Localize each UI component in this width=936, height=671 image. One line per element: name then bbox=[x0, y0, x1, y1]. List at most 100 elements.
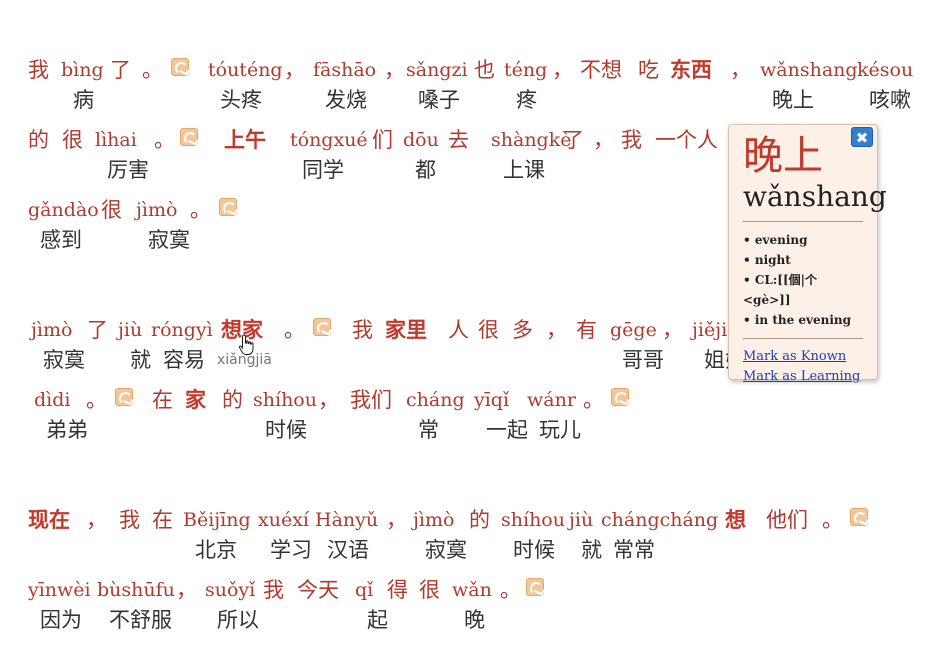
replay-audio-icon[interactable] bbox=[611, 388, 629, 406]
hanzi-word[interactable]: 。 bbox=[142, 58, 163, 82]
pinyin-word[interactable]: suǒyǐ bbox=[205, 578, 255, 602]
hanzi-word[interactable]: ， bbox=[386, 508, 407, 532]
hanzi-word[interactable]: 在 bbox=[152, 508, 173, 532]
hanzi-word[interactable]: ， bbox=[384, 58, 405, 82]
pinyin-word[interactable]: yīqǐ bbox=[474, 388, 509, 412]
hanzi-word[interactable]: 想 bbox=[725, 508, 746, 532]
hanzi-word[interactable]: 不想 bbox=[580, 58, 622, 82]
hanzi-word[interactable]: 了 bbox=[87, 318, 108, 342]
pinyin-word[interactable]: xuéxí bbox=[258, 508, 309, 532]
hanzi-word[interactable]: 东西 bbox=[670, 58, 712, 82]
replay-audio-icon[interactable] bbox=[180, 128, 198, 146]
hanzi-word[interactable]: 我 bbox=[352, 318, 373, 342]
hanzi-word[interactable]: 。 bbox=[154, 128, 175, 152]
mark-as-learning-link[interactable]: Mark as Learning bbox=[743, 367, 863, 387]
hanzi-word[interactable]: 。 bbox=[284, 318, 305, 342]
hanzi-word[interactable]: 有 bbox=[576, 318, 597, 342]
pinyin-word[interactable]: jìmò bbox=[136, 198, 177, 222]
hanzi-word[interactable]: 了 bbox=[563, 128, 584, 152]
hanzi-word[interactable]: 现在 bbox=[28, 508, 70, 532]
hanzi-word[interactable]: 今天 bbox=[297, 578, 339, 602]
hanzi-word[interactable]: 的 bbox=[28, 128, 49, 152]
pinyin-word[interactable]: róngyì bbox=[151, 318, 213, 342]
hanzi-word[interactable]: 多 bbox=[512, 318, 533, 342]
hanzi-word[interactable]: 的 bbox=[469, 508, 490, 532]
replay-audio-icon[interactable] bbox=[850, 508, 868, 526]
hanzi-word[interactable]: 我 bbox=[621, 128, 642, 152]
close-popup-button[interactable]: ✖ bbox=[851, 127, 873, 147]
pinyin-word[interactable]: wǎn bbox=[452, 578, 492, 602]
hanzi-word[interactable]: ， bbox=[546, 318, 567, 342]
hanzi-word[interactable]: 一个人 bbox=[655, 128, 718, 152]
pinyin-word[interactable]: jìmò bbox=[413, 508, 454, 532]
replay-audio-icon[interactable] bbox=[171, 58, 189, 76]
pinyin-word[interactable]: Hànyǔ bbox=[315, 508, 378, 532]
hanzi-word[interactable]: ， bbox=[730, 58, 751, 82]
hanzi-word[interactable]: ， bbox=[593, 128, 614, 152]
hanzi-word[interactable]: ， bbox=[176, 578, 197, 602]
pinyin-word[interactable]: qǐ bbox=[355, 578, 373, 602]
hanzi-word[interactable]: ， bbox=[284, 58, 305, 82]
hanzi-word[interactable]: ， bbox=[318, 388, 339, 412]
hanzi-word[interactable]: 。 bbox=[822, 508, 843, 532]
hanzi-word[interactable]: 在 bbox=[152, 388, 173, 412]
hanzi-word[interactable]: 我 bbox=[263, 578, 284, 602]
hanzi-word[interactable]: ， bbox=[662, 318, 683, 342]
pinyin-word[interactable]: gēge bbox=[610, 318, 657, 342]
mark-as-known-link[interactable]: Mark as Known bbox=[743, 347, 863, 367]
hanzi-word[interactable]: 。 bbox=[583, 388, 604, 412]
hanzi-word[interactable]: 得 bbox=[387, 578, 408, 602]
replay-audio-icon[interactable] bbox=[219, 198, 237, 216]
hanzi-word[interactable]: 很 bbox=[101, 198, 122, 222]
pinyin-word[interactable]: téng bbox=[504, 58, 547, 82]
pinyin-word[interactable]: shàngkè bbox=[491, 128, 571, 152]
hanzi-word[interactable]: 很 bbox=[478, 318, 499, 342]
hanzi-word[interactable]: 他们 bbox=[766, 508, 808, 532]
hanzi-word[interactable]: 吃 bbox=[638, 58, 659, 82]
pinyin-word[interactable]: shíhou bbox=[501, 508, 565, 532]
pinyin-word[interactable]: Běijīng bbox=[183, 508, 251, 532]
hanzi-word[interactable]: 家里 bbox=[385, 318, 427, 342]
pinyin-word[interactable]: jìmò bbox=[31, 318, 72, 342]
pinyin-word[interactable]: fāshāo bbox=[313, 58, 376, 82]
hanzi-word[interactable]: ， bbox=[86, 508, 107, 532]
replay-audio-icon[interactable] bbox=[313, 318, 331, 336]
hanzi-word[interactable]: 。 bbox=[500, 578, 521, 602]
hanzi-word[interactable]: 去 bbox=[448, 128, 469, 152]
pinyin-word[interactable]: shíhou bbox=[253, 388, 317, 412]
hanzi-word[interactable]: 们 bbox=[372, 128, 393, 152]
hanzi-word[interactable]: 了 bbox=[110, 58, 131, 82]
pinyin-word[interactable]: cháng bbox=[406, 388, 465, 412]
hanzi-word[interactable]: 。 bbox=[86, 388, 107, 412]
pinyin-word[interactable]: yīnwèi bbox=[28, 578, 91, 602]
pinyin-word[interactable]: tóuténg bbox=[208, 58, 283, 82]
pinyin-word[interactable]: jiù bbox=[118, 318, 142, 342]
pinyin-word[interactable]: wánr bbox=[527, 388, 576, 412]
replay-audio-icon[interactable] bbox=[526, 578, 544, 596]
pinyin-word[interactable]: bìng bbox=[61, 58, 104, 82]
hanzi-word[interactable]: ， bbox=[552, 58, 573, 82]
pinyin-word[interactable]: bùshūfu bbox=[97, 578, 175, 602]
hanzi-word[interactable]: 我们 bbox=[350, 388, 392, 412]
pinyin-word[interactable]: chángcháng bbox=[601, 508, 718, 532]
hanzi-word[interactable]: 也 bbox=[474, 58, 495, 82]
pinyin-word[interactable]: sǎngzi bbox=[406, 58, 468, 82]
hanzi-word[interactable]: 很 bbox=[62, 128, 83, 152]
pinyin-word[interactable]: dìdi bbox=[34, 388, 70, 412]
pinyin-word[interactable]: dōu bbox=[403, 128, 439, 152]
hanzi-word[interactable]: 我 bbox=[28, 58, 49, 82]
pinyin-word[interactable]: tóngxué bbox=[290, 128, 368, 152]
hanzi-word[interactable]: 上午 bbox=[224, 128, 266, 152]
hanzi-word[interactable]: 。 bbox=[190, 198, 211, 222]
pinyin-word[interactable]: wǎnshang bbox=[760, 58, 858, 82]
hanzi-word[interactable]: 我 bbox=[119, 508, 140, 532]
pinyin-word[interactable]: késou bbox=[857, 58, 913, 82]
hanzi-word[interactable]: 人 bbox=[448, 318, 469, 342]
hanzi-word[interactable]: 的 bbox=[222, 388, 243, 412]
pinyin-word[interactable]: jiù bbox=[569, 508, 593, 532]
replay-audio-icon[interactable] bbox=[115, 388, 133, 406]
pinyin-word[interactable]: lìhai bbox=[95, 128, 137, 152]
pinyin-word[interactable]: gǎndào bbox=[28, 198, 99, 222]
hanzi-word[interactable]: 家 bbox=[185, 388, 206, 412]
hanzi-word[interactable]: 很 bbox=[419, 578, 440, 602]
